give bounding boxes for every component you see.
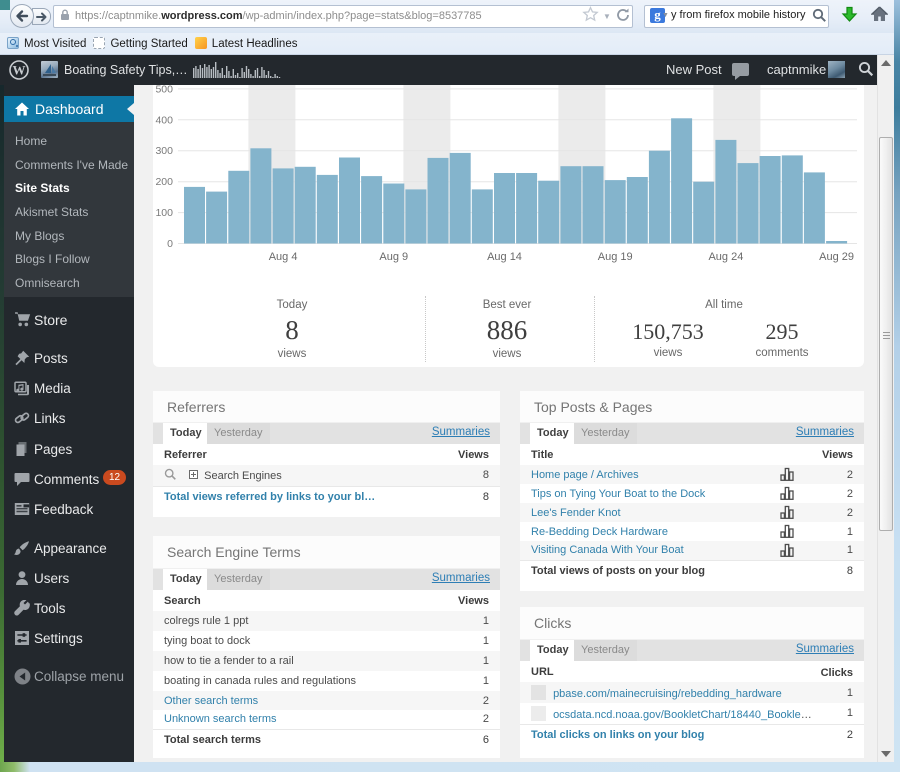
- svg-text:400: 400: [155, 114, 173, 126]
- svg-text:Aug 24: Aug 24: [708, 251, 743, 263]
- svg-text:100: 100: [155, 207, 173, 219]
- svg-text:300: 300: [155, 145, 173, 157]
- svg-text:Aug 14: Aug 14: [487, 251, 522, 263]
- svg-text:W: W: [13, 63, 26, 78]
- svg-text:0: 0: [167, 238, 173, 250]
- svg-text:Aug 9: Aug 9: [379, 251, 408, 263]
- svg-text:500: 500: [155, 85, 173, 95]
- svg-text:200: 200: [155, 176, 173, 188]
- svg-text:Aug 4: Aug 4: [269, 251, 298, 263]
- svg-text:Aug 19: Aug 19: [598, 251, 633, 263]
- svg-text:Aug 29: Aug 29: [819, 251, 854, 263]
